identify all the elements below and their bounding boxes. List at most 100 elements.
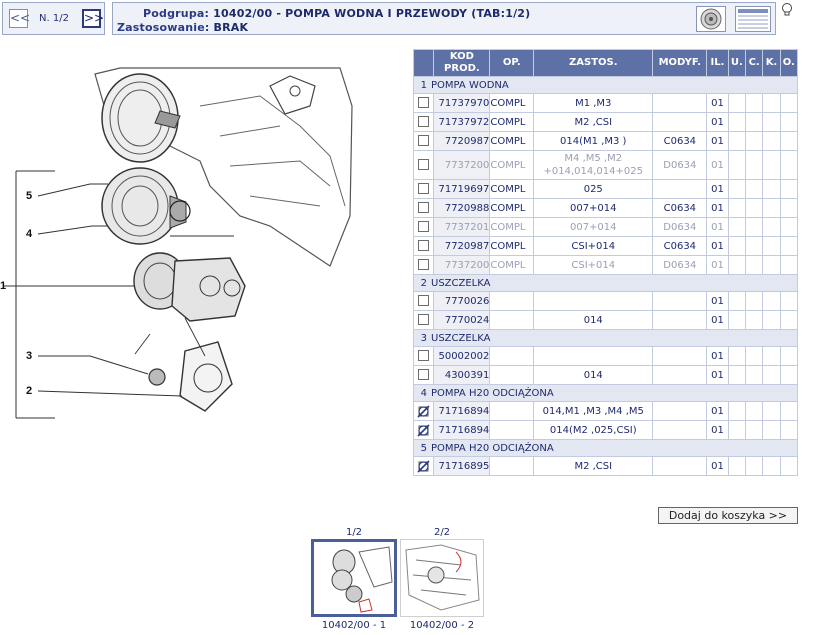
part-code[interactable]: 71716895 — [433, 456, 491, 476]
parts-table: KOD PROD. OP. ZASTOS. MODYF. IL. U. C. K… — [412, 49, 799, 476]
flag-cell-c — [744, 179, 764, 199]
zastos-cell: CSI+014 — [533, 236, 654, 256]
next-page-button[interactable]: >> — [82, 9, 104, 28]
row-checkbox[interactable] — [418, 135, 430, 147]
table-row: 71716895 M2 ,CSI 01 — [412, 456, 799, 476]
group-row: 4 POMPA H20 ODCIĄŻONA — [413, 384, 798, 402]
row-checkbox[interactable] — [418, 116, 430, 128]
part-code[interactable]: 7720987 — [433, 131, 491, 151]
zastosowanie-line: Zastosowanie: BRAK — [117, 21, 248, 34]
row-checkbox[interactable] — [418, 259, 430, 271]
lightbulb-icon[interactable] — [780, 2, 794, 16]
table-row: 7770026 01 — [412, 291, 799, 311]
page-indicator: N. 1/2 — [39, 13, 69, 24]
flag-cell-o — [779, 255, 799, 275]
callout-3: 3 — [26, 350, 32, 362]
zastos-cell: M2 ,CSI — [533, 112, 654, 132]
flag-cell-u — [727, 217, 747, 237]
zastos-cell: 014,M1 ,M3 ,M4 ,M5 — [533, 401, 654, 421]
op-cell — [489, 456, 535, 476]
quantity-cell: 01 — [706, 456, 729, 476]
zastos-cell: 014 — [533, 310, 654, 330]
select-cell — [412, 291, 435, 311]
group-name: POMPA H20 ODCIĄŻONA — [431, 387, 554, 399]
row-checkbox[interactable] — [418, 295, 430, 307]
flag-cell-c — [744, 255, 764, 275]
prev-page-button[interactable]: << — [9, 9, 30, 28]
group-number: 1 — [420, 79, 427, 91]
table-row: 7737201 COMPL 007+014 D0634 01 — [412, 217, 799, 237]
flag-cell-c — [744, 420, 764, 440]
table-row: 50002002 01 — [412, 346, 799, 366]
op-cell: COMPL — [489, 236, 535, 256]
group-name: USZCZELKA — [431, 277, 491, 289]
part-code[interactable]: 7720987 — [433, 236, 491, 256]
flag-cell-u — [727, 112, 747, 132]
flag-cell-k — [762, 420, 781, 440]
modyf-cell — [652, 365, 708, 385]
group-number: 4 — [420, 387, 427, 399]
flag-cell-k — [762, 179, 781, 199]
flag-cell-u — [727, 310, 747, 330]
row-checkbox[interactable] — [418, 350, 430, 362]
modyf-cell: D0634 — [652, 217, 708, 237]
group-number: 2 — [420, 277, 427, 289]
podgrupa-label: Podgrupa: — [143, 7, 210, 20]
flag-cell-o — [779, 217, 799, 237]
op-cell — [489, 346, 535, 366]
part-code[interactable]: 7737200 — [433, 150, 491, 180]
part-code[interactable]: 71737972 — [433, 112, 491, 132]
quantity-cell: 01 — [706, 112, 729, 132]
row-checkbox[interactable] — [418, 97, 430, 109]
part-code[interactable]: 7720988 — [433, 198, 491, 218]
row-checkbox[interactable] — [418, 314, 430, 326]
flag-cell-u — [727, 346, 747, 366]
part-code[interactable]: 71716894 — [433, 401, 491, 421]
table-row: 71737972 COMPL M2 ,CSI 01 — [412, 112, 799, 132]
part-code[interactable]: 7770026 — [433, 291, 491, 311]
zastos-cell: M1 ,M3 — [533, 93, 654, 113]
select-cell — [412, 236, 435, 256]
row-checkbox[interactable] — [418, 202, 430, 214]
group-cell: 1 POMPA WODNA — [413, 76, 798, 94]
part-code[interactable]: 7737201 — [433, 217, 491, 237]
col-header-zastos: ZASTOS. — [533, 49, 654, 77]
part-code[interactable]: 7737200 — [433, 255, 491, 275]
modyf-cell — [652, 346, 708, 366]
thumbnail-1[interactable] — [311, 539, 397, 617]
flag-cell-k — [762, 131, 781, 151]
zastos-cell: 007+014 — [533, 217, 654, 237]
flag-cell-u — [727, 93, 747, 113]
part-code[interactable]: 7770024 — [433, 310, 491, 330]
flag-cell-o — [779, 93, 799, 113]
zastosowanie-label: Zastosowanie: — [117, 21, 210, 34]
part-code[interactable]: 71737970 — [433, 93, 491, 113]
part-code[interactable]: 4300391 — [433, 365, 491, 385]
group-name: POMPA H20 ODCIĄŻONA — [431, 442, 554, 454]
add-to-cart-button[interactable]: Dodaj do koszyka >> — [658, 507, 798, 524]
flag-cell-o — [779, 131, 799, 151]
thumbnail-2[interactable] — [400, 539, 484, 617]
row-checkbox[interactable] — [418, 240, 430, 252]
part-code[interactable]: 50002002 — [433, 346, 491, 366]
op-cell — [489, 420, 535, 440]
wheel-icon[interactable] — [696, 6, 726, 32]
row-checkbox[interactable] — [418, 369, 430, 381]
flag-cell-k — [762, 93, 781, 113]
flag-cell-k — [762, 365, 781, 385]
flag-cell-o — [779, 291, 799, 311]
row-checkbox[interactable] — [418, 183, 430, 195]
part-code[interactable]: 71719697 — [433, 179, 491, 199]
modyf-cell — [652, 291, 708, 311]
row-checkbox[interactable] — [418, 221, 430, 233]
col-header-il: IL. — [706, 49, 729, 77]
flag-cell-o — [779, 346, 799, 366]
quantity-cell: 01 — [706, 93, 729, 113]
group-number: 3 — [420, 332, 427, 344]
row-checkbox[interactable] — [418, 159, 430, 170]
thumbnail-1-drawing — [331, 546, 393, 613]
part-code[interactable]: 71716894 — [433, 420, 491, 440]
parts-list-icon[interactable] — [735, 6, 771, 32]
modyf-cell: C0634 — [652, 131, 708, 151]
select-cell — [412, 346, 435, 366]
